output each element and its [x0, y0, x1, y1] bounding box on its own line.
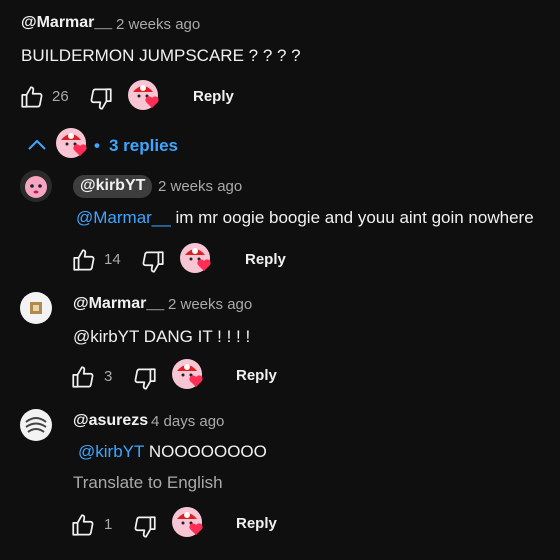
reply-button[interactable]: Reply: [193, 88, 234, 105]
chevron-up-icon[interactable]: [27, 138, 47, 152]
avatar[interactable]: [20, 292, 52, 324]
like-count: 26: [52, 88, 69, 105]
replies-count-link[interactable]: 3 replies: [109, 136, 178, 156]
reply-text: @kirbYT NOOOOOOOO: [78, 442, 267, 462]
like-count: 3: [104, 368, 113, 385]
creator-heart-icon: [172, 359, 206, 393]
reply-button[interactable]: Reply: [236, 367, 277, 384]
reply-timestamp[interactable]: 2 weeks ago: [158, 178, 242, 195]
avatar[interactable]: [20, 170, 52, 202]
reply-author[interactable]: @asurezs: [73, 412, 148, 430]
avatar[interactable]: [20, 409, 52, 441]
like-count: 1: [104, 516, 113, 533]
reply-text-body: im mr oogie boogie and youu aint goin no…: [175, 208, 534, 227]
creator-heart-icon: [172, 507, 206, 541]
reply-button[interactable]: Reply: [236, 515, 277, 532]
comment-text: BUILDERMON JUMPSCARE ? ? ? ?: [21, 46, 301, 65]
reply-timestamp[interactable]: 2 weeks ago: [168, 296, 252, 313]
like-icon[interactable]: [70, 364, 96, 390]
creator-heart-icon: [56, 128, 90, 162]
reply-text-body: NOOOOOOOO: [148, 442, 267, 461]
reply-button[interactable]: Reply: [245, 251, 286, 268]
like-count: 14: [104, 251, 121, 268]
reply-text: @Marmar__ im mr oogie boogie and youu ai…: [76, 208, 534, 228]
reply-timestamp[interactable]: 4 days ago: [151, 413, 224, 430]
dislike-icon[interactable]: [140, 249, 166, 275]
comment-author[interactable]: @Marmar__: [21, 14, 112, 32]
reply-author[interactable]: @Marmar__: [73, 295, 164, 313]
mention-link[interactable]: @Marmar__: [76, 208, 171, 227]
dislike-icon[interactable]: [132, 366, 158, 392]
like-icon[interactable]: [70, 512, 96, 538]
reply-text: @kirbYT DANG IT ! ! ! !: [73, 327, 251, 346]
creator-author-chip[interactable]: @kirbYT: [73, 175, 153, 198]
dislike-icon[interactable]: [132, 514, 158, 540]
creator-heart-icon: [180, 243, 214, 277]
creator-heart-icon: [128, 80, 162, 114]
replies-separator: •: [94, 136, 100, 155]
translate-button[interactable]: Translate to English: [73, 473, 223, 493]
dislike-icon[interactable]: [88, 86, 114, 112]
like-icon[interactable]: [19, 84, 45, 110]
like-icon[interactable]: [71, 247, 97, 273]
mention-link[interactable]: @kirbYT: [78, 442, 144, 461]
comment-timestamp[interactable]: 2 weeks ago: [116, 16, 200, 33]
